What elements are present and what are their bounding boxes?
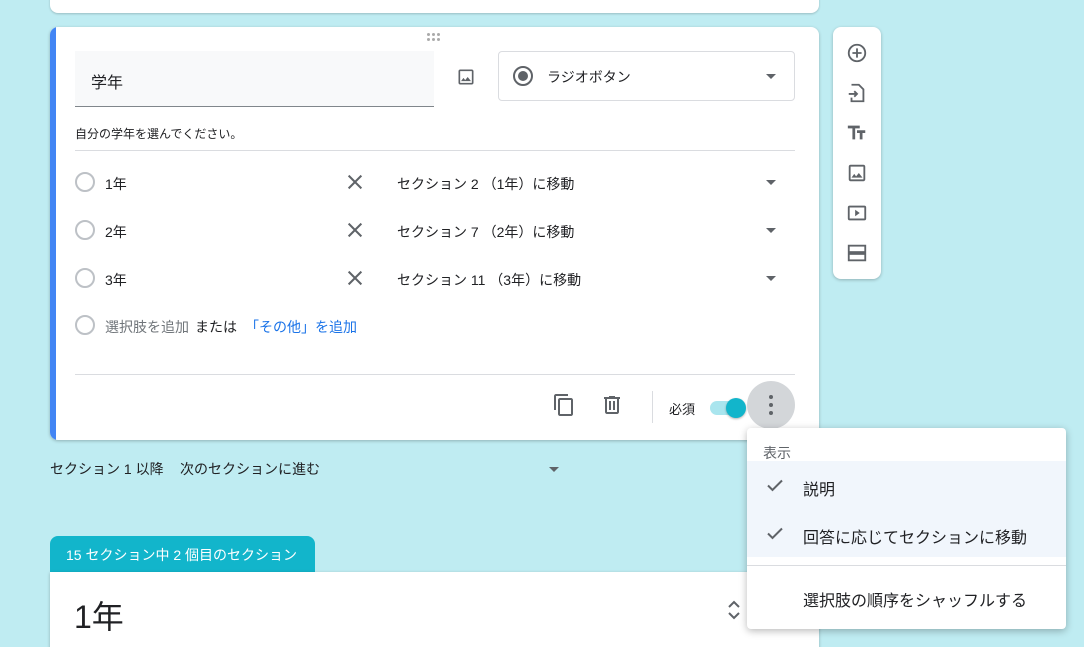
option-row: 3年 セクション 11 （3年）に移動: [75, 258, 795, 298]
check-icon: [767, 479, 783, 492]
option-label[interactable]: 2年: [105, 222, 127, 242]
add-image-button[interactable]: [845, 161, 869, 185]
divider: [75, 150, 795, 151]
radio-icon: [75, 172, 95, 192]
menu-item-description[interactable]: 説明: [747, 461, 1066, 509]
option-label[interactable]: 1年: [105, 174, 127, 194]
option-row: 2年 セクション 7 （2年）に移動: [75, 210, 795, 250]
menu-divider: [747, 565, 1066, 566]
add-section-icon: [847, 244, 867, 262]
go-to-section-select[interactable]: セクション 11 （3年）に移動: [397, 270, 581, 290]
previous-card: [50, 0, 819, 13]
radio-icon: [75, 220, 95, 240]
option-label[interactable]: 3年: [105, 270, 127, 290]
image-icon: [458, 69, 474, 85]
after-section-label: セクション 1 以降: [50, 461, 164, 477]
drag-handle-icon[interactable]: [427, 33, 443, 43]
add-option-row: 選択肢を追加 または 「その他」を追加: [75, 305, 795, 345]
divider: [652, 391, 653, 423]
question-title-input[interactable]: 学年: [75, 51, 434, 107]
go-to-section-select[interactable]: セクション 2 （1年）に移動: [397, 174, 574, 194]
remove-option-icon[interactable]: [345, 220, 365, 240]
or-text: または: [195, 319, 237, 335]
side-toolbar: [833, 27, 881, 279]
radio-icon: [75, 268, 95, 288]
after-section-select[interactable]: 次のセクションに進む: [180, 459, 320, 479]
delete-button[interactable]: [598, 391, 626, 419]
required-toggle[interactable]: [710, 398, 746, 418]
menu-item-label: 選択肢の順序をシャッフルする: [803, 593, 1028, 610]
menu-item-shuffle[interactable]: 選択肢の順序をシャッフルする: [747, 572, 1066, 620]
chevron-down-icon[interactable]: [766, 180, 776, 185]
active-indicator: [50, 27, 56, 440]
menu-header: 表示: [763, 445, 791, 461]
add-title-icon: [847, 125, 866, 140]
remove-option-icon[interactable]: [345, 268, 365, 288]
chevron-down-icon: [766, 74, 776, 79]
add-video-button[interactable]: [845, 201, 869, 225]
menu-item-go-to-section[interactable]: 回答に応じてセクションに移動: [747, 509, 1066, 557]
question-options-menu: 表示 説明 回答に応じてセクションに移動 選択肢の順序をシャッフルする: [747, 428, 1066, 629]
go-to-section-select[interactable]: セクション 7 （2年）に移動: [397, 222, 574, 242]
menu-item-label: 説明: [803, 482, 836, 499]
add-image-icon: [848, 164, 866, 182]
chevron-down-icon[interactable]: [766, 228, 776, 233]
duplicate-button[interactable]: [550, 391, 578, 419]
add-title-button[interactable]: [845, 121, 869, 145]
add-other-link[interactable]: 「その他」を追加: [245, 317, 357, 337]
more-options-button[interactable]: [747, 381, 795, 429]
option-row: 1年 セクション 2 （1年）に移動: [75, 162, 795, 202]
add-image-button[interactable]: [452, 63, 480, 91]
section-tab: 15 セクション中 2 個目のセクション: [50, 536, 315, 573]
trash-icon: [604, 396, 620, 414]
question-description[interactable]: 自分の学年を選んでください。: [75, 125, 242, 142]
check-icon: [767, 527, 783, 540]
question-type-label: ラジオボタン: [547, 69, 631, 85]
add-question-button[interactable]: [845, 41, 869, 65]
section-title[interactable]: 1年: [74, 592, 124, 638]
add-question-icon: [847, 43, 867, 63]
radio-icon: [75, 315, 95, 335]
divider: [75, 374, 795, 375]
import-questions-icon: [848, 83, 865, 103]
import-questions-button[interactable]: [845, 81, 869, 105]
section-card[interactable]: 1年: [50, 572, 819, 647]
collapse-icon[interactable]: [726, 598, 742, 622]
copy-icon: [554, 394, 573, 416]
question-type-select[interactable]: ラジオボタン: [498, 51, 795, 101]
chevron-down-icon[interactable]: [549, 467, 559, 472]
add-section-button[interactable]: [845, 241, 869, 265]
required-label: 必須: [669, 402, 696, 417]
add-video-icon: [847, 205, 867, 221]
add-option-input[interactable]: 選択肢を追加: [105, 317, 189, 337]
remove-option-icon[interactable]: [345, 172, 365, 192]
radio-button-icon: [513, 66, 533, 86]
chevron-down-icon[interactable]: [766, 276, 776, 281]
question-card[interactable]: 学年 ラジオボタン 自分の学年を選んでください。 1年 セクション 2 （1年）…: [50, 27, 819, 440]
menu-item-label: 回答に応じてセクションに移動: [803, 530, 1028, 547]
